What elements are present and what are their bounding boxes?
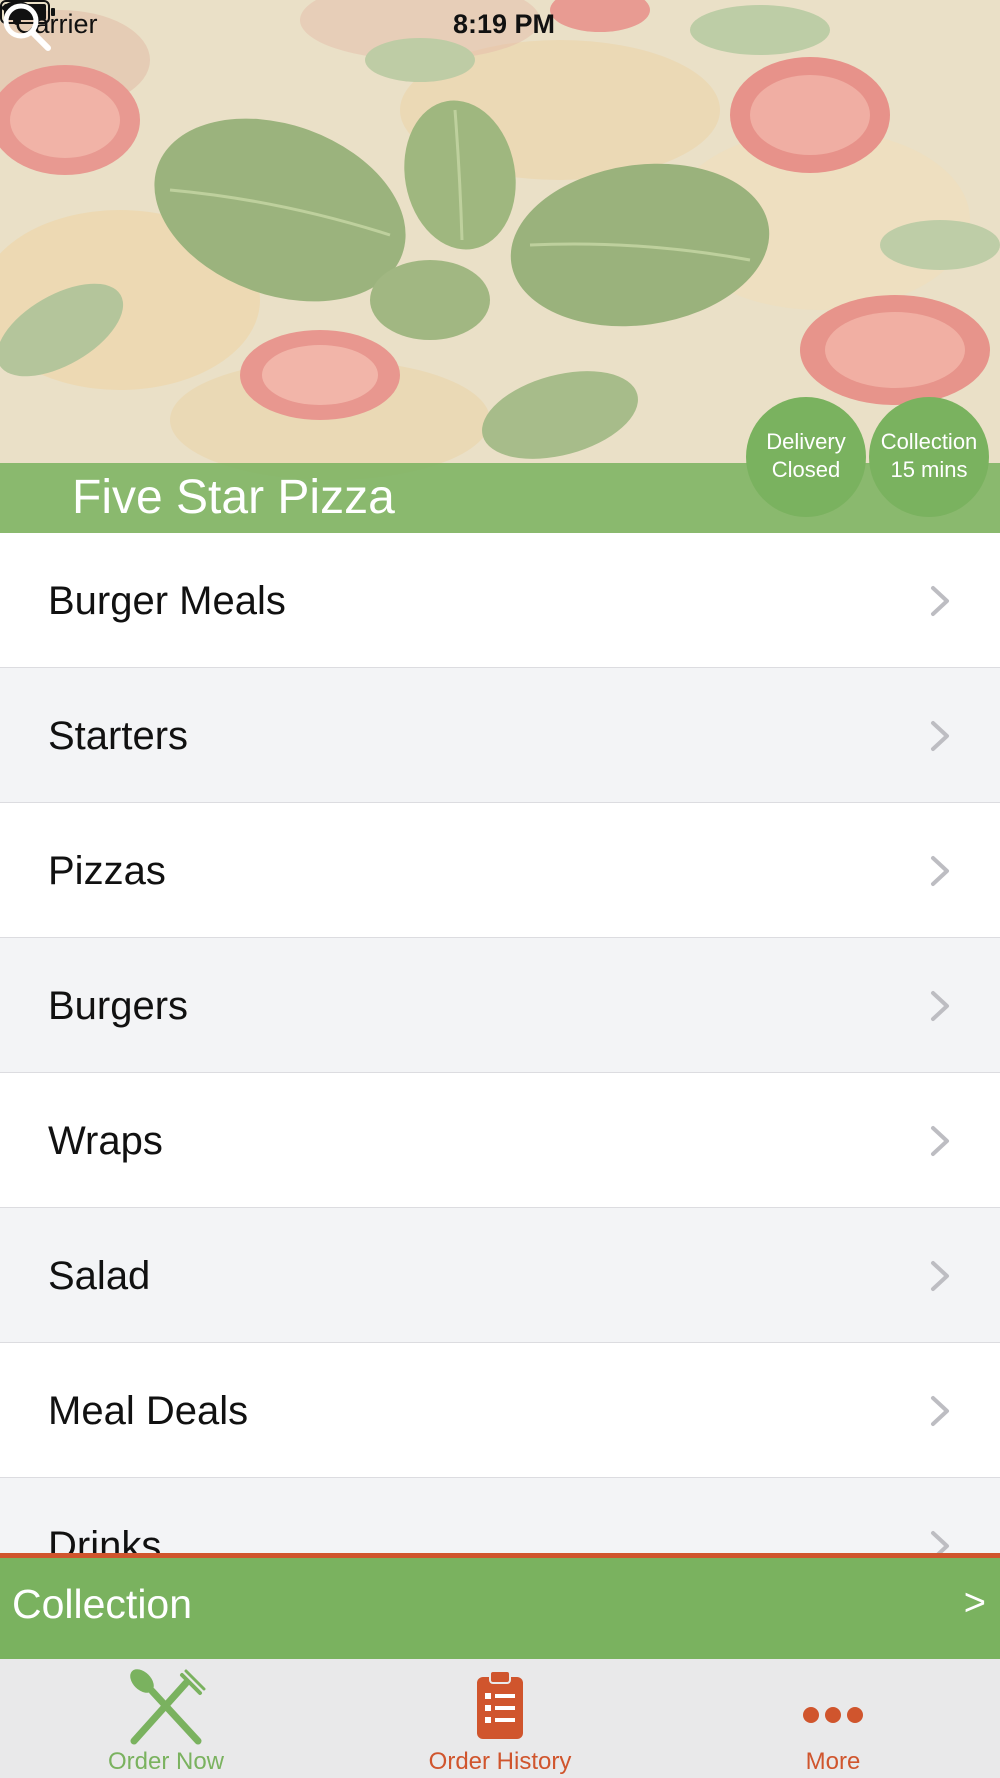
delivery-status-badge: Delivery Closed [746,397,866,517]
menu-item-label: Meal Deals [48,1389,249,1433]
collection-status-badge: Collection 15 mins [869,397,989,517]
menu-item-label: Drinks [48,1524,162,1554]
menu-item-label: Burgers [48,984,189,1028]
collection-basket-bar[interactable]: Collection > [0,1553,1000,1659]
tab-bar: Order Now Order History More [0,1659,1000,1778]
search-icon[interactable] [0,0,54,54]
collection-label: Collection [880,429,978,454]
chevron-right-icon [931,586,949,616]
menu-item-drinks[interactable]: Drinks [0,1478,1000,1554]
clipboard-icon [477,1670,523,1739]
status-time: 8:19 PM [452,9,556,39]
chevron-right-icon [931,721,949,751]
status-bar: Carrier 8:19 PM [0,0,1000,50]
chevron-right-icon [931,1126,949,1156]
tab-label: Order Now [107,1748,225,1775]
menu-item-burger-meals[interactable]: Burger Meals [0,533,1000,668]
menu-item-wraps[interactable]: Wraps [0,1073,1000,1208]
chevron-right-icon [931,991,949,1021]
menu-item-pizzas[interactable]: Pizzas [0,803,1000,938]
delivery-value: Closed [771,457,841,482]
fork-knife-icon [130,1669,206,1745]
delivery-label: Delivery [766,429,846,454]
tab-label: Order History [428,1748,572,1775]
tab-order-now[interactable]: Order Now [66,1659,266,1778]
menu-item-meal-deals[interactable]: Meal Deals [0,1343,1000,1478]
chevron-right-icon [931,1261,949,1291]
menu-item-label: Pizzas [48,849,166,893]
menu-item-starters[interactable]: Starters [0,668,1000,803]
chevron-right-icon [931,1531,949,1554]
menu-item-label: Burger Meals [48,579,286,623]
menu-category-list: Burger Meals Starters Pizzas Burgers Wra… [0,533,1000,1554]
menu-item-label: Wraps [48,1119,163,1163]
tab-label: More [805,1748,861,1775]
menu-item-salad[interactable]: Salad [0,1208,1000,1343]
menu-item-label: Salad [48,1254,151,1298]
tab-order-history[interactable]: Order History [400,1659,600,1778]
chevron-right-icon [931,856,949,886]
restaurant-name: Five Star Pizza [72,471,395,524]
menu-item-label: Starters [48,714,189,758]
collection-value: 15 mins [890,457,968,482]
chevron-right-icon [931,1396,949,1426]
collection-bar-label: Collection [12,1581,193,1627]
menu-item-burgers[interactable]: Burgers [0,938,1000,1073]
hero-banner: Carrier 8:19 PM Five Star Pizza Delivery… [0,0,1000,533]
more-dots-icon [803,1707,863,1723]
collection-bar-arrow: > [963,1582,986,1624]
tab-more[interactable]: More [733,1659,933,1778]
